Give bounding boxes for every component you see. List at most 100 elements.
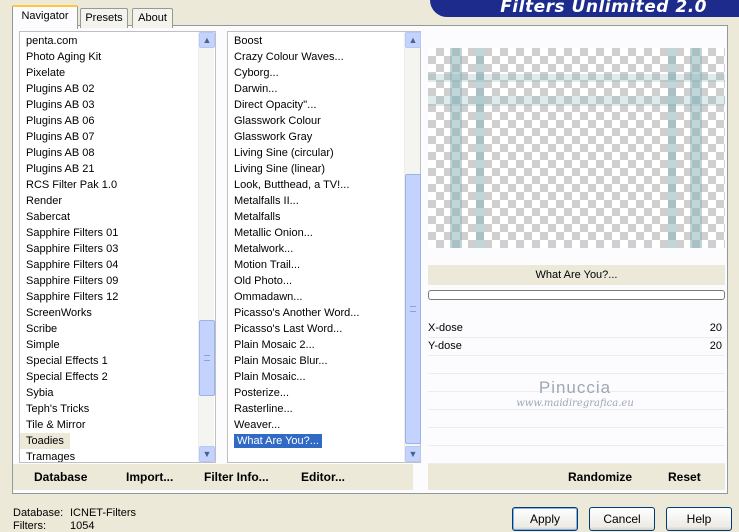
list-item[interactable]: Sapphire Filters 01	[20, 225, 215, 241]
list-item-label: What Are You?...	[234, 434, 322, 448]
filter-scroll-thumb[interactable]	[405, 174, 421, 444]
list-item-selected[interactable]: Toadies	[20, 433, 70, 449]
grip-icon	[204, 355, 210, 361]
list-item[interactable]: Metalfalls	[228, 209, 420, 225]
param-value: 20	[709, 340, 722, 352]
list-item[interactable]: Special Effects 2	[20, 369, 215, 385]
list-item-label: Rasterline...	[234, 403, 293, 415]
category-scrollbar[interactable]: ▲ ▼	[198, 32, 215, 462]
list-item[interactable]: Plugins AB 06	[20, 113, 215, 129]
list-item[interactable]: Sapphire Filters 04	[20, 257, 215, 273]
scroll-down-icon[interactable]: ▼	[405, 446, 421, 462]
tab-about[interactable]: About	[132, 8, 173, 28]
list-item-label: Teph's Tricks	[26, 403, 90, 415]
status-database-value: ICNET-Filters	[70, 507, 136, 519]
list-item[interactable]: Plugins AB 08	[20, 145, 215, 161]
list-item[interactable]: Glasswork Gray	[228, 129, 420, 145]
list-item[interactable]: Plugins AB 21	[20, 161, 215, 177]
list-item[interactable]: Look, Butthead, a TV!...	[228, 177, 420, 193]
list-item[interactable]: Ommadawn...	[228, 289, 420, 305]
list-item[interactable]: Plugins AB 07	[20, 129, 215, 145]
list-item[interactable]: Cyborg...	[228, 65, 420, 81]
list-item-label: Plugins AB 06	[26, 115, 95, 127]
param-empty	[428, 356, 725, 374]
list-item[interactable]: Plain Mosaic Blur...	[228, 353, 420, 369]
list-item[interactable]: Teph's Tricks	[20, 401, 215, 417]
list-item[interactable]: Render	[20, 193, 215, 209]
param-x-dose[interactable]: X-dose 20	[428, 320, 725, 338]
list-item[interactable]: Plugins AB 02	[20, 81, 215, 97]
list-item[interactable]: Sapphire Filters 09	[20, 273, 215, 289]
list-item-label: Plugins AB 07	[26, 131, 95, 143]
cancel-button[interactable]: Cancel	[589, 507, 655, 531]
editor-button[interactable]: Editor...	[301, 470, 345, 484]
list-item[interactable]: Direct Opacity''...	[228, 97, 420, 113]
category-scroll-thumb[interactable]	[199, 320, 215, 396]
database-button[interactable]: Database	[34, 470, 87, 484]
filter-scrollbar[interactable]: ▲ ▼	[404, 32, 421, 462]
scroll-up-icon[interactable]: ▲	[199, 32, 215, 48]
list-item[interactable]: Posterize...	[228, 385, 420, 401]
list-item[interactable]: Special Effects 1	[20, 353, 215, 369]
list-item[interactable]: Metallic Onion...	[228, 225, 420, 241]
list-item-label: Weaver...	[234, 419, 281, 431]
list-item[interactable]: Metalwork...	[228, 241, 420, 257]
list-item-label: Plugins AB 21	[26, 163, 95, 175]
watermark: Pinuccia www.maidiregrafica.eu	[510, 378, 640, 409]
list-item-label: Pixelate	[26, 67, 66, 79]
list-item[interactable]: Rasterline...	[228, 401, 420, 417]
list-item[interactable]: Sapphire Filters 03	[20, 241, 215, 257]
list-item-label: RCS Filter Pak 1.0	[26, 179, 118, 191]
list-item[interactable]: Picasso's Last Word...	[228, 321, 420, 337]
list-item[interactable]: Plugins AB 03	[20, 97, 215, 113]
category-list[interactable]: penta.com Photo Aging Kit Pixelate Plugins …	[19, 31, 216, 463]
randomize-button[interactable]: Randomize	[568, 470, 632, 484]
list-item[interactable]: Simple	[20, 337, 215, 353]
list-item[interactable]: Metalfalls II...	[228, 193, 420, 209]
list-item[interactable]: Photo Aging Kit	[20, 49, 215, 65]
list-item[interactable]: Picasso's Another Word...	[228, 305, 420, 321]
scroll-up-icon[interactable]: ▲	[405, 32, 421, 48]
list-item[interactable]: Tramages	[20, 449, 215, 462]
help-button[interactable]: Help	[666, 507, 732, 531]
list-item[interactable]: ScreenWorks	[20, 305, 215, 321]
app-title: Filters Unlimited 2.0	[500, 0, 707, 17]
list-item[interactable]: Scribe	[20, 321, 215, 337]
list-item[interactable]: Sybia	[20, 385, 215, 401]
list-item[interactable]: Sabercat	[20, 209, 215, 225]
list-item[interactable]: Old Photo...	[228, 273, 420, 289]
filter-list[interactable]: Boost Crazy Colour Waves... Cyborg... Darwi…	[227, 31, 421, 463]
list-item[interactable]: Plain Mosaic...	[228, 369, 420, 385]
list-item[interactable]: Weaver...	[228, 417, 420, 433]
list-item[interactable]: Boost	[228, 33, 420, 49]
reset-button[interactable]: Reset	[668, 470, 701, 484]
list-item-label: Darwin...	[234, 83, 278, 95]
list-item-label: Old Photo...	[234, 275, 293, 287]
list-item[interactable]: Living Sine (linear)	[228, 161, 420, 177]
list-item-label: Crazy Colour Waves...	[234, 51, 344, 63]
list-item[interactable]: Crazy Colour Waves...	[228, 49, 420, 65]
list-item[interactable]: Tile & Mirror	[20, 417, 215, 433]
param-y-dose[interactable]: Y-dose 20	[428, 338, 725, 356]
list-item[interactable]: RCS Filter Pak 1.0	[20, 177, 215, 193]
tab-navigator[interactable]: Navigator	[12, 5, 78, 29]
list-item[interactable]: penta.com	[20, 33, 215, 49]
filter-info-button[interactable]: Filter Info...	[204, 470, 269, 484]
import-button[interactable]: Import...	[126, 470, 173, 484]
list-item[interactable]: Plain Mosaic 2...	[228, 337, 420, 353]
list-item[interactable]: Darwin...	[228, 81, 420, 97]
list-command-bar: Database Import... Filter Info... Editor…	[13, 464, 413, 490]
preview-stripe	[428, 74, 725, 82]
apply-button[interactable]: Apply	[512, 507, 578, 531]
list-item[interactable]: Pixelate	[20, 65, 215, 81]
list-item-label: Sapphire Filters 01	[26, 227, 119, 239]
list-item[interactable]: Motion Trail...	[228, 257, 420, 273]
list-item[interactable]: Glasswork Colour	[228, 113, 420, 129]
tab-presets[interactable]: Presets	[80, 8, 128, 28]
list-item[interactable]: Living Sine (circular)	[228, 145, 420, 161]
scroll-down-icon[interactable]: ▼	[199, 446, 215, 462]
list-item-label: Look, Butthead, a TV!...	[234, 179, 350, 191]
list-item[interactable]: Sapphire Filters 12	[20, 289, 215, 305]
list-item-label: Special Effects 1	[26, 355, 108, 367]
list-item-selected[interactable]: What Are You?...	[228, 433, 420, 449]
